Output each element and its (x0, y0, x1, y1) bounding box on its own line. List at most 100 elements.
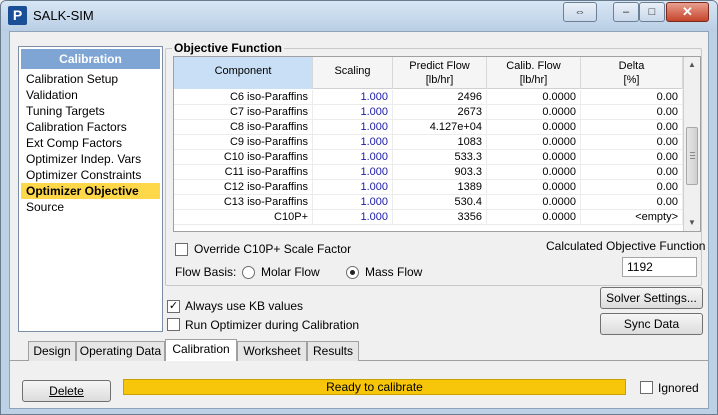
delta-cell: 0.00 (581, 165, 683, 180)
override-scale-label: Override C10P+ Scale Factor (194, 242, 352, 256)
calib-flow-cell: 0.0000 (487, 120, 581, 135)
scaling-cell[interactable]: 1.000 (313, 210, 393, 225)
scroll-thumb[interactable] (686, 127, 698, 185)
close-button[interactable]: ✕ (666, 2, 709, 22)
run-optimizer-checkbox[interactable] (167, 318, 180, 331)
grid-header: Component Scaling Predict Flow [lb/hr] Calib… (174, 57, 683, 89)
scaling-cell[interactable]: 1.000 (313, 150, 393, 165)
table-row: C9 iso-Paraffins 1.000 1083 0.0000 0.00 (174, 135, 683, 150)
delta-cell: 0.00 (581, 135, 683, 150)
calib-flow-cell: 0.0000 (487, 105, 581, 120)
table-row: C10 iso-Paraffins 1.000 533.3 0.0000 0.00 (174, 150, 683, 165)
nav-item-calibration-setup[interactable]: Calibration Setup (21, 71, 160, 87)
scroll-down-icon[interactable]: ▼ (684, 215, 700, 231)
component-cell: C8 iso-Paraffins (174, 120, 313, 135)
nav-item-validation[interactable]: Validation (21, 87, 160, 103)
tab-design[interactable]: Design (28, 341, 76, 361)
title-bar: P SALK-SIM ⇔ – □ ✕ (1, 1, 717, 31)
nav-item-calibration-factors[interactable]: Calibration Factors (21, 119, 160, 135)
nav-item-optimizer-indep-vars[interactable]: Optimizer Indep. Vars (21, 151, 160, 167)
mass-flow-radio[interactable] (346, 266, 359, 279)
calib-flow-cell: 0.0000 (487, 210, 581, 225)
predict-flow-cell: 4.127e+04 (393, 120, 487, 135)
calib-flow-cell: 0.0000 (487, 180, 581, 195)
objective-function-group: Objective Function Component Scaling Predi… (165, 41, 706, 286)
calib-flow-cell: 0.0000 (487, 165, 581, 180)
nav-item-tuning-targets[interactable]: Tuning Targets (21, 103, 160, 119)
tab-worksheet[interactable]: Worksheet (237, 341, 307, 361)
column-header[interactable]: Delta [%] (581, 57, 683, 89)
predict-flow-cell: 1083 (393, 135, 487, 150)
client-area: Calibration Calibration Setup Validation T… (9, 31, 709, 409)
scroll-up-icon[interactable]: ▲ (684, 57, 700, 73)
component-cell: C10P+ (174, 210, 313, 225)
predict-flow-cell: 3356 (393, 210, 487, 225)
component-cell: C12 iso-Paraffins (174, 180, 313, 195)
run-optimizer-label: Run Optimizer during Calibration (185, 318, 360, 332)
calc-objective-value: 1192 (622, 257, 697, 277)
tab-operating-data[interactable]: Operating Data (76, 341, 165, 361)
tab-calibration[interactable]: Calibration (165, 339, 237, 361)
nav-header: Calibration (21, 49, 160, 69)
restore-arrows-button[interactable]: ⇔ (563, 2, 597, 22)
table-row: C10P+ 1.000 3356 0.0000 <empty> (174, 210, 683, 225)
delta-cell: 0.00 (581, 120, 683, 135)
nav-item-optimizer-constraints[interactable]: Optimizer Constraints (21, 167, 160, 183)
nav-item-optimizer-objective[interactable]: Optimizer Objective (21, 183, 160, 199)
column-header[interactable]: Component (174, 57, 313, 89)
predict-flow-cell: 2673 (393, 105, 487, 120)
component-cell: C11 iso-Paraffins (174, 165, 313, 180)
nav-item-ext-comp-factors[interactable]: Ext Comp Factors (21, 135, 160, 151)
molar-flow-radio[interactable] (242, 266, 255, 279)
override-scale-checkbox[interactable] (175, 243, 188, 256)
scaling-cell[interactable]: 1.000 (313, 90, 393, 105)
scaling-cell[interactable]: 1.000 (313, 165, 393, 180)
window-title: SALK-SIM (33, 8, 94, 23)
predict-flow-cell: 903.3 (393, 165, 487, 180)
ignored-label: Ignored (658, 381, 699, 395)
objective-grid: Component Scaling Predict Flow [lb/hr] Calib… (173, 56, 701, 232)
table-row: C11 iso-Paraffins 1.000 903.3 0.0000 0.00 (174, 165, 683, 180)
column-header[interactable]: Calib. Flow [lb/hr] (487, 57, 581, 89)
component-cell: C13 iso-Paraffins (174, 195, 313, 210)
ignored-checkbox[interactable] (640, 381, 653, 394)
table-row: C8 iso-Paraffins 1.000 4.127e+04 0.0000 0.00 (174, 120, 683, 135)
delta-cell: 0.00 (581, 195, 683, 210)
component-cell: C6 iso-Paraffins (174, 90, 313, 105)
column-header[interactable]: Scaling (313, 57, 393, 89)
scaling-cell[interactable]: 1.000 (313, 120, 393, 135)
delta-cell: <empty> (581, 210, 683, 225)
minimize-button[interactable]: – (613, 2, 639, 22)
table-row: C7 iso-Paraffins 1.000 2673 0.0000 0.00 (174, 105, 683, 120)
scaling-cell[interactable]: 1.000 (313, 135, 393, 150)
always-kb-label: Always use KB values (185, 299, 304, 313)
group-title: Objective Function (172, 41, 285, 55)
scaling-cell[interactable]: 1.000 (313, 195, 393, 210)
calc-objective-label: Calculated Objective Function (546, 239, 706, 253)
maximize-button[interactable]: □ (639, 2, 665, 22)
app-window: P SALK-SIM ⇔ – □ ✕ Calibration Calibrati… (0, 0, 718, 415)
predict-flow-cell: 533.3 (393, 150, 487, 165)
component-cell: C7 iso-Paraffins (174, 105, 313, 120)
calib-flow-cell: 0.0000 (487, 135, 581, 150)
flow-basis-label: Flow Basis: (175, 265, 237, 279)
app-icon: P (8, 6, 27, 25)
always-kb-checkbox[interactable]: ✓ (167, 300, 180, 313)
component-cell: C10 iso-Paraffins (174, 150, 313, 165)
table-row: C6 iso-Paraffins 1.000 2496 0.0000 0.00 (174, 90, 683, 105)
scaling-cell[interactable]: 1.000 (313, 180, 393, 195)
vertical-scrollbar[interactable]: ▲ ▼ (683, 57, 700, 231)
delete-button[interactable]: Delete (22, 380, 111, 402)
calib-flow-cell: 0.0000 (487, 195, 581, 210)
calibration-nav: Calibration Calibration Setup Validation T… (18, 46, 163, 332)
column-header[interactable]: Predict Flow [lb/hr] (393, 57, 487, 89)
table-row: C13 iso-Paraffins 1.000 530.4 0.0000 0.00 (174, 195, 683, 210)
scaling-cell[interactable]: 1.000 (313, 105, 393, 120)
sync-data-button[interactable]: Sync Data (600, 313, 703, 335)
empty-row (174, 225, 683, 231)
nav-item-source[interactable]: Source (21, 199, 160, 215)
calib-flow-cell: 0.0000 (487, 150, 581, 165)
solver-settings-button[interactable]: Solver Settings... (600, 287, 703, 309)
tab-results[interactable]: Results (307, 341, 359, 361)
predict-flow-cell: 1389 (393, 180, 487, 195)
